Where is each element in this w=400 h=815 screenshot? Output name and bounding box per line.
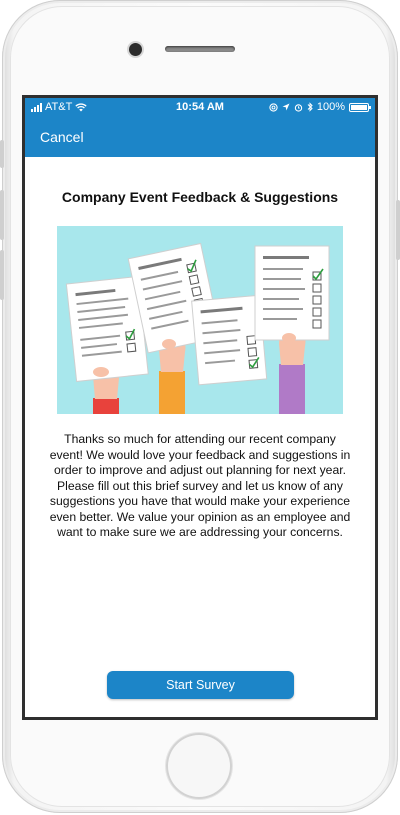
battery-icon [349,102,371,112]
hands-holding-checklists-illustration [65,242,330,414]
cancel-button[interactable]: Cancel [40,129,84,145]
volume-up-button [0,190,4,240]
power-button [396,200,400,260]
bluetooth-icon [307,102,313,112]
intro-paragraph: Thanks so much for attending our recent … [49,432,351,539]
at-icon [269,102,278,112]
volume-down-button [0,250,4,300]
sleeve-purple [279,364,305,414]
status-bar: AT&T 10:54 AM 100% [25,98,375,118]
home-button[interactable] [166,733,232,799]
start-survey-button[interactable]: Start Survey [107,671,294,699]
mute-switch [0,140,4,168]
status-right: 100% [269,101,371,113]
sleeve-red [93,398,119,414]
sleeve-orange [159,371,185,414]
front-camera [129,43,142,56]
app-screen: AT&T 10:54 AM 100% Cancel Company Event … [22,95,378,720]
earpiece-speaker [165,46,235,52]
alarm-icon [294,103,303,112]
checklist-paper-4 [254,245,330,341]
survey-title: Company Event Feedback & Suggestions [61,189,339,205]
battery-percent: 100% [316,101,345,113]
location-icon [282,103,290,111]
navigation-bar: Cancel [25,118,375,157]
hero-illustration [57,226,343,414]
